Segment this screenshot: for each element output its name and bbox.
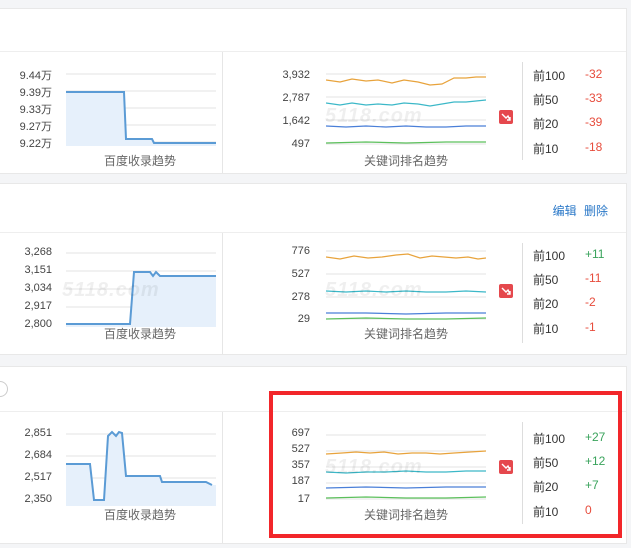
keyword-axis-label: 497 (291, 138, 310, 150)
card-body: 9.44万 9.39万 9.33万 9.27万 9.22万 百度收录趋势 3,9… (0, 52, 626, 173)
keyword-axis-label: 1,642 (282, 115, 310, 127)
baidu-axis-label: 3,034 (24, 282, 52, 294)
rank-label: 前10 (533, 322, 559, 336)
baidu-axis-label: 9.22万 (19, 138, 52, 150)
keyword-chart-caption: 关键词排名趋势 (363, 154, 448, 168)
baidu-axis-label: 2,350 (24, 493, 52, 505)
rank-row: 前100 -32 (533, 67, 602, 84)
baidu-axis-label: 9.27万 (19, 121, 52, 133)
rank-changes: 前100 -32 前50 -33 前20 -39 前10 -18 (522, 62, 623, 160)
rank-value: -32 (585, 67, 603, 81)
rank-value: -1 (585, 320, 596, 334)
rank-value: -18 (585, 140, 603, 154)
rank-value: -11 (585, 271, 602, 285)
rank-label: 前100 (533, 69, 566, 83)
baidu-chart-caption: 百度收录趋势 (103, 327, 176, 341)
rank-label: 前50 (533, 93, 559, 107)
rank-row: 前10 -1 (533, 320, 596, 337)
highlight-box (269, 391, 622, 538)
baidu-axis-label: 9.33万 (19, 104, 52, 116)
watermark: 5118.com (62, 279, 160, 301)
card-header: 编辑 删除 (0, 184, 626, 233)
keyword-axis-label: 2,787 (282, 92, 310, 104)
rank-label: 前100 (533, 249, 566, 263)
baidu-axis-label: 2,851 (24, 427, 52, 439)
divider (222, 52, 223, 173)
baidu-axis-label: 2,517 (24, 471, 52, 483)
watermark: 5118.com (325, 279, 423, 301)
rank-label: 前50 (533, 273, 559, 287)
rank-row: 前100 +11 (533, 247, 604, 264)
edit-link[interactable]: 编辑 (553, 204, 577, 218)
baidu-chart-caption: 百度收录趋势 (103, 508, 176, 522)
divider (222, 233, 223, 354)
site-card-1: 9.44万 9.39万 9.33万 9.27万 9.22万 百度收录趋势 3,9… (0, 8, 627, 174)
baidu-axis-label: 2,684 (24, 449, 52, 461)
baidu-axis-label: 9.39万 (19, 87, 52, 99)
rank-row: 前50 -33 (533, 91, 602, 108)
keyword-chart-caption: 关键词排名趋势 (363, 327, 448, 341)
rank-label: 前20 (533, 117, 559, 131)
rank-label: 前10 (533, 142, 559, 156)
baidu-axis-label: 3,268 (24, 246, 52, 258)
delete-link[interactable]: 删除 (584, 204, 608, 218)
card-actions: 编辑 删除 (549, 202, 608, 219)
site-card-2: 编辑 删除 3,268 3,151 3,034 2,917 2,800 百度收录… (0, 183, 627, 355)
keyword-axis-label: 3,932 (282, 69, 310, 81)
keyword-axis-label: 527 (291, 268, 310, 280)
keyword-axis-label: 776 (291, 245, 310, 257)
rank-value: +11 (585, 247, 605, 261)
down-trend-icon[interactable] (499, 284, 513, 298)
card-header (0, 9, 626, 52)
rank-value: -33 (585, 91, 603, 105)
baidu-trend-chart (66, 430, 216, 506)
rank-changes: 前100 +11 前50 -11 前20 -2 前10 -1 (522, 243, 623, 343)
rank-row: 前10 -18 (533, 140, 602, 157)
rank-value: -39 (585, 115, 603, 129)
watermark: 5118.com (325, 105, 423, 127)
card-body: 3,268 3,151 3,034 2,917 2,800 百度收录趋势 776… (0, 233, 626, 354)
down-trend-icon[interactable] (499, 110, 513, 124)
rank-row: 前20 -39 (533, 115, 602, 132)
rank-row: 前50 -11 (533, 271, 601, 288)
baidu-axis-label: 9.44万 (19, 70, 52, 82)
baidu-axis-label: 2,800 (24, 318, 52, 330)
keyword-axis-label: 29 (297, 313, 310, 325)
divider (222, 412, 223, 543)
baidu-trend-chart (66, 73, 216, 146)
baidu-chart-caption: 百度收录趋势 (103, 154, 176, 168)
rank-label: 前20 (533, 297, 559, 311)
baidu-axis-label: 2,917 (24, 300, 52, 312)
rank-row: 前20 -2 (533, 295, 596, 312)
baidu-axis-label: 3,151 (24, 264, 52, 276)
keyword-axis-label: 278 (291, 291, 310, 303)
rank-value: -2 (585, 295, 596, 309)
